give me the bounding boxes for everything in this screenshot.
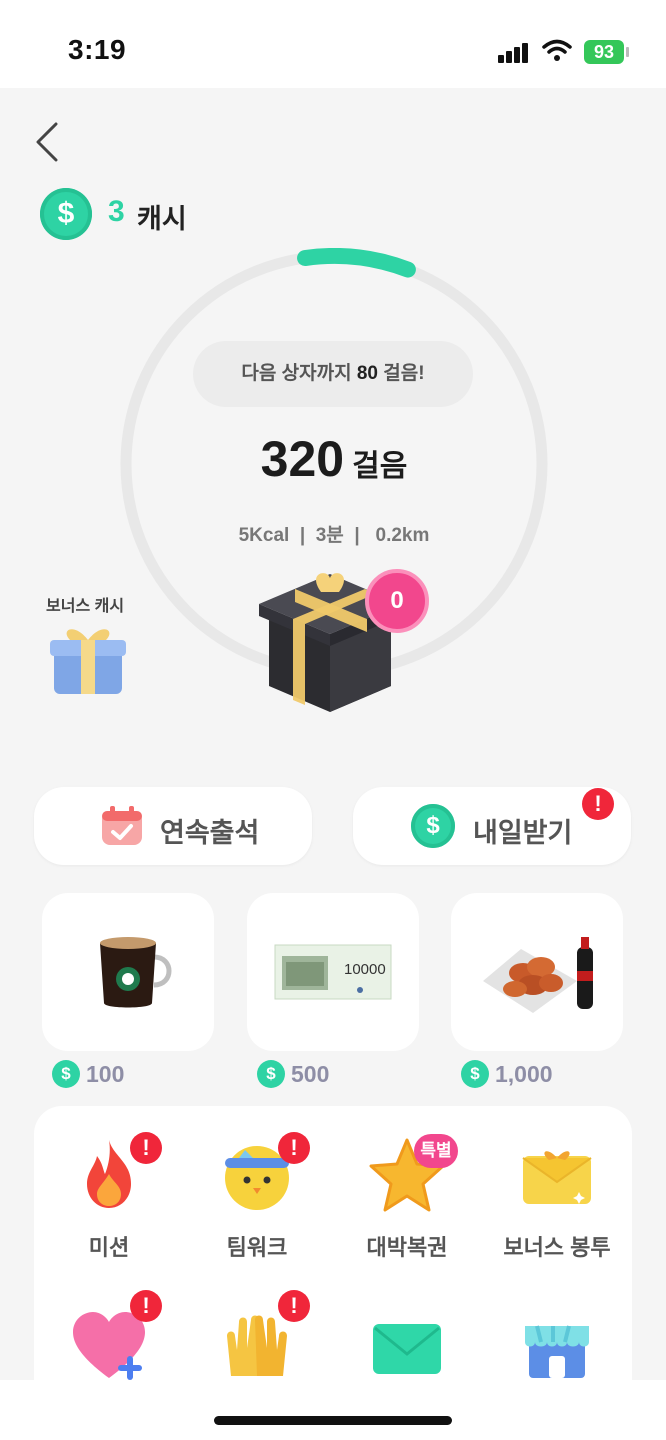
home-indicator (214, 1416, 452, 1425)
coffee-mug-icon (100, 937, 172, 1008)
alert-badge: ! (278, 1290, 310, 1322)
coin-icon: $ (52, 1060, 80, 1088)
step-count-value: 320 (260, 431, 345, 487)
coin-icon: $ (40, 188, 92, 240)
price-coffee: $100 (52, 1060, 124, 1090)
price-value: 1,000 (495, 1060, 553, 1087)
alert-badge: ! (130, 1290, 162, 1322)
special-badge: 특별 (414, 1134, 458, 1168)
alert-badge: ! (582, 788, 614, 820)
bonus-cash-label: 보너스 캐시 (46, 598, 125, 615)
reward-card-gift-voucher[interactable]: 10000 (247, 893, 419, 1051)
coin-icon: $ (257, 1060, 285, 1088)
reward-card-coffee[interactable] (42, 893, 214, 1051)
battery-cap (626, 47, 629, 57)
store-icon (525, 1325, 589, 1378)
alert-badge: ! (130, 1132, 162, 1164)
cash-unit: 캐시 (137, 204, 187, 234)
status-time: 3:19 (68, 34, 127, 65)
cash-amount: 3 (108, 195, 125, 228)
attendance-label: 연속출석 (160, 818, 260, 848)
feature-menu: ! 미션 ! 팀워크 특별 대박복권 보너스 봉투 ! ! (34, 1106, 632, 1406)
gift-box-icon (50, 629, 126, 694)
envelope-icon (522, 1151, 592, 1204)
bottom-safe-area (0, 1380, 666, 1440)
cellular-signal-icon (498, 43, 530, 63)
next-box-prefix: 다음 상자까지 (241, 363, 357, 384)
box-count-badge: 0 (365, 569, 429, 633)
price-value: 100 (86, 1060, 125, 1087)
mail-icon (373, 1324, 441, 1374)
receive-tomorrow-label: 내일받기 (473, 818, 573, 848)
next-box-suffix: 걸음! (378, 363, 425, 384)
price-value: 500 (291, 1060, 330, 1087)
bonus-gift-button[interactable] (48, 620, 128, 705)
next-box-message: 다음 상자까지 80 걸음! (193, 341, 473, 407)
voucher-value: 10000 (344, 961, 386, 978)
back-button[interactable] (30, 120, 70, 164)
menu-label: 팀워크 (226, 1235, 288, 1260)
next-box-steps: 80 (356, 363, 378, 384)
alert-badge: ! (278, 1132, 310, 1164)
wifi-icon (542, 38, 572, 67)
gift-certificate-icon: 10000 (274, 944, 392, 1000)
menu-label: 보너스 봉투 (503, 1235, 611, 1260)
step-count-unit: 걸음 (352, 450, 408, 483)
coin-icon: $ (411, 804, 455, 848)
calendar-check-icon (102, 806, 142, 845)
attendance-button[interactable]: 연속출석 (34, 787, 312, 865)
chevron-left-icon (36, 122, 58, 162)
menu-label: 대박복권 (366, 1235, 448, 1260)
coin-icon: $ (461, 1060, 489, 1088)
step-count: 320 걸음 (118, 430, 550, 488)
price-chicken: $1,000 (461, 1060, 553, 1090)
reward-card-chicken[interactable] (451, 893, 623, 1051)
battery-icon: 93 (584, 40, 624, 64)
menu-label: 미션 (88, 1235, 130, 1260)
fried-chicken-icon (483, 937, 593, 1013)
activity-stats: 5Kcal | 3분 | 0.2km (238, 525, 430, 546)
price-gift-voucher: $500 (257, 1060, 329, 1090)
